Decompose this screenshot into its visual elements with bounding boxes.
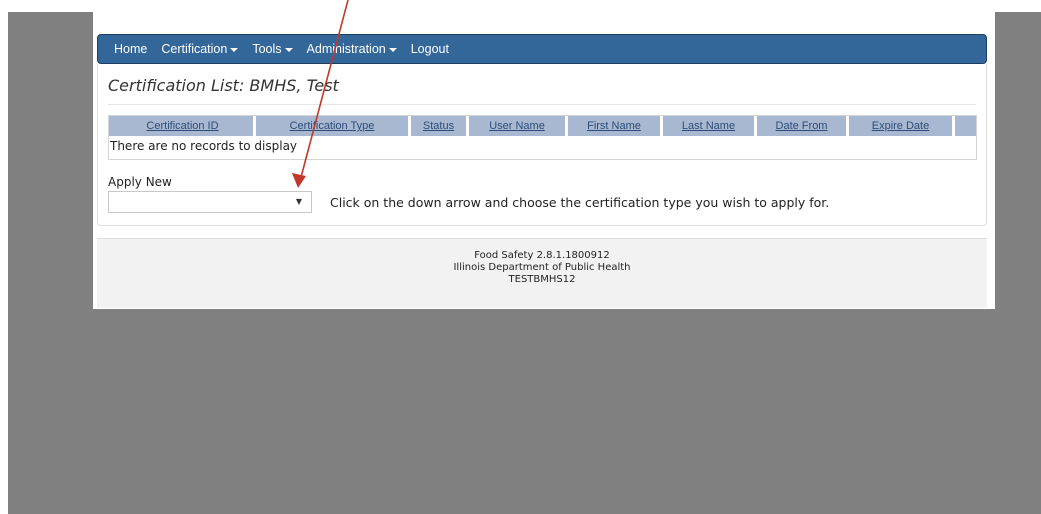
footer-version: Food Safety 2.8.1.1800912	[474, 250, 610, 261]
title-divider	[108, 104, 976, 105]
footer-environment: TESTBMHS12	[508, 274, 576, 285]
column-certification-id[interactable]: Certification ID	[109, 116, 253, 136]
caret-down-icon	[230, 47, 239, 52]
top-navbar: Home Certification Tools Administration …	[97, 34, 987, 64]
grid-empty-message: There are no records to display	[110, 139, 298, 153]
grid-header-row: Certification ID Certification Type Stat…	[109, 116, 976, 136]
apply-new-select[interactable]: ▼	[108, 191, 312, 213]
down-triangle-icon[interactable]: ▼	[296, 197, 302, 206]
column-user-name[interactable]: User Name	[466, 116, 565, 136]
apply-new-label: Apply New	[108, 175, 172, 189]
column-status[interactable]: Status	[408, 116, 466, 136]
nav-tools-label: Tools	[252, 42, 282, 56]
caret-down-icon	[284, 47, 293, 52]
nav-administration-menu[interactable]: Administration	[307, 42, 397, 56]
column-spacer	[952, 116, 974, 136]
footer-organization: Illinois Department of Public Health	[453, 262, 631, 273]
caret-down-icon	[388, 47, 397, 52]
app-page: Home Certification Tools Administration …	[93, 12, 995, 309]
nav-certification-label: Certification	[161, 42, 228, 56]
page-footer: Food Safety 2.8.1.1800912 Illinois Depar…	[97, 238, 987, 308]
column-expire-date[interactable]: Expire Date	[846, 116, 952, 136]
nav-certification-menu[interactable]: Certification	[161, 42, 239, 56]
certification-grid: Certification ID Certification Type Stat…	[108, 115, 977, 160]
column-first-name[interactable]: First Name	[565, 116, 660, 136]
nav-home[interactable]: Home	[114, 42, 147, 56]
page-title: Certification List: BMHS, Test	[108, 76, 339, 95]
column-certification-type[interactable]: Certification Type	[253, 116, 408, 136]
nav-tools-menu[interactable]: Tools	[252, 42, 293, 56]
nav-logout[interactable]: Logout	[411, 42, 449, 56]
content-panel: Certification List: BMHS, Test Certifica…	[97, 64, 987, 226]
apply-new-hint: Click on the down arrow and choose the c…	[330, 195, 830, 210]
nav-administration-label: Administration	[306, 42, 386, 56]
column-date-from[interactable]: Date From	[754, 116, 846, 136]
column-last-name[interactable]: Last Name	[660, 116, 754, 136]
